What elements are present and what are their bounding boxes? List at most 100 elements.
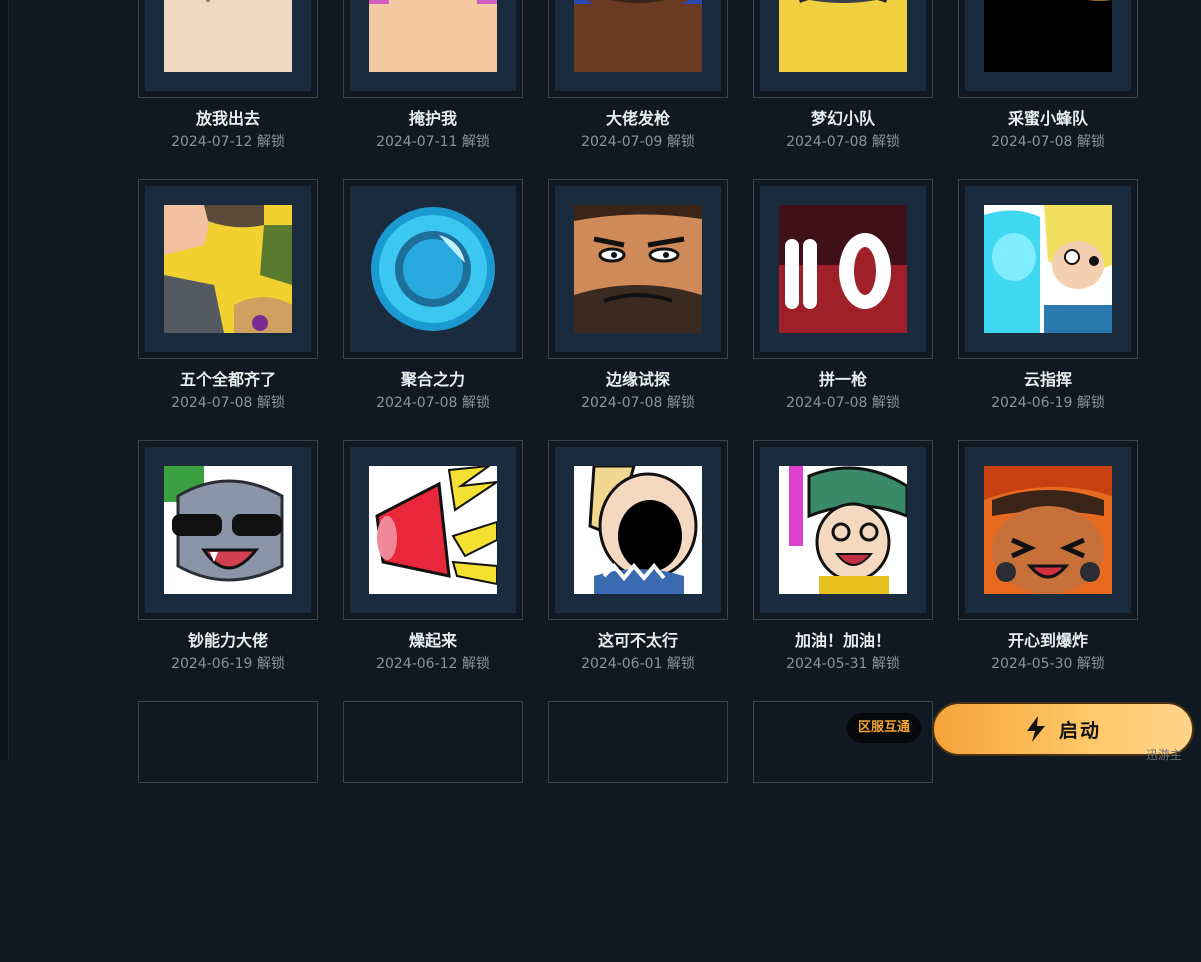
achievement-frame-inner [760, 186, 926, 352]
achievement-frame [958, 440, 1138, 620]
achievement-name: 五个全都齐了 [179, 370, 276, 389]
megaphone-avatar-image [369, 466, 497, 594]
unlock-date-value: 2024-05-30 [991, 656, 1073, 672]
achievement-name: 燥起来 [408, 631, 457, 650]
cheering-girl-avatar-image [779, 466, 907, 594]
achievement-name: 梦幻小队 [810, 109, 875, 128]
laughing-cowboy-avatar [984, 466, 1112, 594]
unlock-suffix: 解锁 [1076, 395, 1105, 411]
achievement-name: 加油！加油！ [794, 631, 891, 650]
unlock-date-value: 2024-07-09 [581, 134, 663, 150]
achievement-frame [343, 179, 523, 359]
unlock-date-value: 2024-07-12 [171, 134, 253, 150]
grin-boy-avatar-image [164, 0, 292, 72]
achievement-card[interactable]: 云指挥 2024-06-19 解锁 [958, 179, 1138, 440]
achievement-card[interactable]: 钞能力大佬 2024-06-19 解锁 [138, 440, 318, 701]
achievement-frame-inner [555, 0, 721, 91]
achievement-unlock-date: 2024-06-12 解锁 [343, 655, 523, 673]
achievement-unlock-date: 2024-07-11 解锁 [343, 133, 523, 151]
unlock-suffix: 解锁 [1076, 656, 1105, 672]
achievement-card[interactable]: 聚合之力 2024-07-08 解锁 [343, 179, 523, 440]
achievement-unlock-date: 2024-05-30 解锁 [958, 655, 1138, 673]
achievement-frame [753, 179, 933, 359]
unlock-suffix: 解锁 [461, 395, 490, 411]
ghost-duo-avatar [984, 205, 1112, 333]
launch-label: 启动 [1058, 719, 1101, 742]
achievement-unlock-date: 2024-07-08 解锁 [753, 394, 933, 412]
achievement-frame [753, 440, 933, 620]
five-fists-avatar-image [164, 205, 292, 333]
cheering-girl-avatar [779, 466, 907, 594]
unlock-date-value: 2024-06-01 [581, 656, 663, 672]
achievement-frame [548, 0, 728, 98]
achievement-unlock-date: 2024-07-08 解锁 [753, 133, 933, 151]
achievement-card[interactable]: 燥起来 2024-06-12 解锁 [343, 440, 523, 701]
unlock-date-value: 2024-07-08 [581, 395, 663, 411]
achievement-card[interactable]: 这可不太行 2024-06-01 解锁 [548, 440, 728, 701]
unlock-date-value: 2024-06-19 [171, 656, 253, 672]
unlock-date-value: 2024-07-11 [376, 134, 458, 150]
smirking-man-avatar [574, 205, 702, 333]
achievement-unlock-date: 2024-07-08 解锁 [958, 133, 1138, 151]
achievement-name: 掩护我 [408, 109, 457, 128]
unlock-date-value: 2024-07-08 [991, 134, 1073, 150]
achievement-name: 边缘试探 [605, 370, 670, 389]
achievement-card[interactable]: 放我出去 2024-07-12 解锁 [138, 0, 318, 179]
laughing-cowboy-avatar-image [984, 466, 1112, 594]
achievement-grid: 放我出去 2024-07-12 解锁 掩护我 2024-07-11 解锁 大佬发… [138, 0, 1138, 962]
achievement-name: 聚合之力 [400, 370, 465, 389]
achievement-frame [753, 0, 933, 98]
achievement-card[interactable]: 开心到爆炸 2024-05-30 解锁 [958, 440, 1138, 701]
achievement-unlock-date: 2024-07-08 解锁 [548, 394, 728, 412]
sunglasses-sloth-avatar [164, 466, 292, 594]
corner-brand-text: 迅游主 [1146, 748, 1183, 762]
achievement-name: 云指挥 [1023, 370, 1072, 389]
achievement-unlock-date: 2024-07-08 解锁 [138, 394, 318, 412]
unlock-date-value: 2024-07-08 [171, 395, 253, 411]
achievement-name: 大佬发枪 [605, 109, 670, 128]
achievement-frame [138, 179, 318, 359]
unlock-date-value: 2024-05-31 [786, 656, 868, 672]
achievement-name: 采蜜小蜂队 [1007, 109, 1088, 128]
five-fists-avatar [164, 205, 292, 333]
unlock-date-value: 2024-06-19 [991, 395, 1073, 411]
gray-bunny-avatar-image [779, 0, 907, 72]
screaming-blonde-avatar [574, 466, 702, 594]
left-panel-edge [0, 0, 9, 760]
achievement-frame [548, 179, 728, 359]
achievement-unlock-date: 2024-06-01 解锁 [548, 655, 728, 673]
red-ammo-avatar-image [779, 205, 907, 333]
achievement-card[interactable]: 边缘试探 2024-07-08 解锁 [548, 179, 728, 440]
achievement-card[interactable]: 五个全都齐了 2024-07-08 解锁 [138, 179, 318, 440]
unlock-suffix: 解锁 [461, 134, 490, 150]
unlock-date-value: 2024-06-12 [376, 656, 458, 672]
achievement-card[interactable]: 加油！加油！ 2024-05-31 解锁 [753, 440, 933, 701]
freckled-kid-avatar [369, 0, 497, 72]
unlock-suffix: 解锁 [256, 134, 285, 150]
lightning-icon [1026, 716, 1045, 742]
achievement-unlock-date: 2024-05-31 解锁 [753, 655, 933, 673]
achievement-card[interactable]: 大佬发枪 2024-07-09 解锁 [548, 0, 728, 179]
achievement-frame [138, 440, 318, 620]
achievement-name: 这可不太行 [597, 631, 678, 650]
cyan-orb-avatar [369, 205, 497, 333]
achievement-card[interactable]: 掩护我 2024-07-11 解锁 [343, 0, 523, 179]
unlock-suffix: 解锁 [871, 134, 900, 150]
achievement-card[interactable]: 梦幻小队 2024-07-08 解锁 [753, 0, 933, 179]
smirking-man-avatar-image [574, 205, 702, 333]
unlock-suffix: 解锁 [666, 134, 695, 150]
achievement-card[interactable]: 拼一枪 2024-07-08 解锁 [753, 179, 933, 440]
megaphone-avatar [369, 466, 497, 594]
achievement-frame [958, 179, 1138, 359]
achievement-name: 开心到爆炸 [1007, 631, 1088, 650]
achievement-frame [138, 0, 318, 98]
achievement-unlock-date: 2024-07-08 解锁 [343, 394, 523, 412]
achievement-frame-inner [555, 186, 721, 352]
achievement-frame-inner [145, 186, 311, 352]
achievement-frame-inner [350, 186, 516, 352]
bee-stripe-avatar-image [984, 0, 1112, 72]
grin-boy-avatar [164, 0, 292, 72]
unlock-suffix: 解锁 [256, 656, 285, 672]
achievement-unlock-date: 2024-07-09 解锁 [548, 133, 728, 151]
achievement-card[interactable]: 采蜜小蜂队 2024-07-08 解锁 [958, 0, 1138, 179]
